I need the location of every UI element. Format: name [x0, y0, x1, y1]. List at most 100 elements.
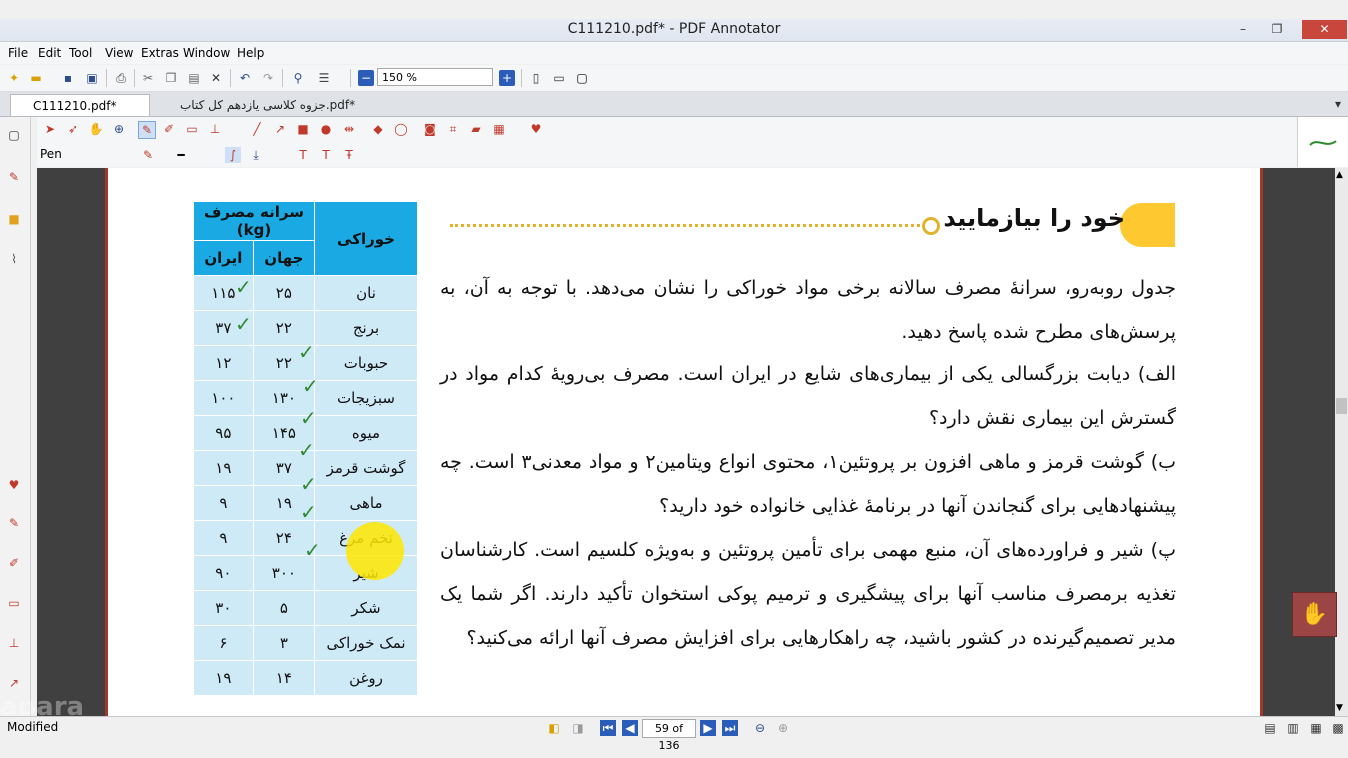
- cell-iran: ۱۰۰: [193, 380, 254, 416]
- properties-icon[interactable]: ☰: [316, 70, 332, 86]
- eraser-tool-icon[interactable]: ◆: [370, 121, 386, 137]
- menu-extras[interactable]: Extras: [141, 46, 179, 60]
- redo-icon[interactable]: ↷: [260, 70, 276, 86]
- strikeout-text-icon[interactable]: Ŧ: [341, 147, 357, 163]
- smooth-line-icon[interactable]: ∫: [225, 147, 241, 163]
- arrow-tool-icon[interactable]: ↗: [272, 121, 288, 137]
- back-icon[interactable]: ⊖: [752, 720, 768, 736]
- zoom-in-icon[interactable]: +: [499, 70, 515, 86]
- line-tool-icon[interactable]: ╱: [249, 121, 265, 137]
- rectangle-tool-icon[interactable]: ■: [295, 121, 311, 137]
- highlighter-icon[interactable]: ✐: [6, 555, 22, 571]
- folder-icon[interactable]: ■: [6, 211, 22, 227]
- line-width-icon[interactable]: ━: [173, 147, 189, 163]
- facing-continuous-view-icon[interactable]: ▩: [1330, 720, 1346, 736]
- favorites-tool-icon[interactable]: ♥: [528, 121, 544, 137]
- attachment-icon[interactable]: ⌇: [6, 251, 22, 267]
- zoom-select[interactable]: 150 %: [377, 68, 493, 86]
- minimize-button[interactable]: –: [1228, 20, 1258, 39]
- textbox-icon[interactable]: ▭: [6, 595, 22, 611]
- paragraph-a: الف) دیابت بزرگسالی یکی از بیماری‌های شا…: [440, 363, 1176, 429]
- menu-file[interactable]: File: [8, 46, 28, 60]
- copy-icon[interactable]: ❐: [163, 70, 179, 86]
- menu-window[interactable]: Window: [183, 46, 230, 60]
- pen-tool-icon[interactable]: ✎: [138, 121, 156, 139]
- cut-icon[interactable]: ✂: [140, 70, 156, 86]
- table-row: نمک خوراکی ۳ ۶: [193, 625, 418, 661]
- tabs-dropdown-icon[interactable]: ▾: [1330, 96, 1346, 112]
- scroll-up-icon[interactable]: ▲: [1336, 170, 1343, 180]
- ellipse-tool-icon[interactable]: ●: [318, 121, 334, 137]
- ruler-tool-icon[interactable]: ▰: [468, 121, 484, 137]
- check-mark-icon: ✓: [298, 340, 315, 364]
- new-icon[interactable]: ✦: [6, 70, 22, 86]
- save-icon[interactable]: ▪: [60, 70, 76, 86]
- maximize-button[interactable]: ❐: [1262, 20, 1292, 39]
- stamp-icon[interactable]: ⊥: [6, 635, 22, 651]
- find-icon[interactable]: ⚲: [290, 70, 306, 86]
- arrow-icon[interactable]: ↗: [6, 675, 22, 691]
- undo-icon[interactable]: ↶: [237, 70, 253, 86]
- paste-icon[interactable]: ▤: [186, 70, 202, 86]
- next-page-icon[interactable]: ▶: [700, 720, 716, 736]
- forward-icon[interactable]: ⊕: [775, 720, 791, 736]
- cell-food: سبزیجات: [314, 380, 418, 416]
- page-icon[interactable]: ▢: [6, 127, 22, 143]
- main-toolbar: ✦ ▬ ▪ ▣ ⎙ ✂ ❐ ▤ ✕ ↶ ↷ ⚲ ☰ − 150 % + ▯ ▭ …: [0, 65, 1348, 92]
- measure-tool-icon[interactable]: ⇹: [341, 121, 357, 137]
- single-page-view-icon[interactable]: ▤: [1262, 720, 1278, 736]
- select-text-icon[interactable]: ➶: [65, 121, 81, 137]
- menu-help[interactable]: Help: [237, 46, 264, 60]
- page-number-field[interactable]: 59 of 136: [642, 719, 696, 752]
- stamp-tool-icon[interactable]: ⊥: [207, 121, 223, 137]
- textbox-tool-icon[interactable]: ▭: [184, 121, 200, 137]
- favorites-icon[interactable]: ♥: [6, 477, 22, 493]
- highlighter-tool-icon[interactable]: ✐: [161, 121, 177, 137]
- check-mark-icon: ✓: [235, 312, 252, 336]
- heading-dotted-line: [450, 224, 920, 227]
- menu-tool[interactable]: Tool: [69, 46, 92, 60]
- next-document-icon[interactable]: ◨: [570, 720, 586, 736]
- delete-icon[interactable]: ✕: [208, 70, 224, 86]
- close-button[interactable]: ✕: [1302, 20, 1347, 39]
- text-tool-icon[interactable]: T: [295, 147, 311, 163]
- cell-food: گوشت قرمز: [314, 450, 418, 486]
- first-page-icon[interactable]: ⏮: [600, 720, 616, 736]
- open-icon[interactable]: ▬: [28, 70, 44, 86]
- full-screen-icon[interactable]: ▢: [574, 70, 590, 86]
- cell-world: ۵: [252, 590, 316, 626]
- status-bar: Modified ◧ ◨ ⏮ ◀ 59 of 136 ▶ ⏭ ⊖ ⊕ ▤ ▥ ▦…: [0, 716, 1348, 752]
- pen-icon[interactable]: ✎: [6, 515, 22, 531]
- fit-width-icon[interactable]: ▭: [551, 70, 567, 86]
- last-page-icon[interactable]: ⏭: [722, 720, 738, 736]
- save-as-icon[interactable]: ▣: [84, 70, 100, 86]
- continuous-view-icon[interactable]: ▥: [1285, 720, 1301, 736]
- menu-edit[interactable]: Edit: [38, 46, 61, 60]
- camera-tool-icon[interactable]: ◙: [422, 121, 438, 137]
- facing-view-icon[interactable]: ▦: [1308, 720, 1324, 736]
- pen-color-icon[interactable]: ✎: [140, 147, 156, 163]
- underline-text-icon[interactable]: T: [318, 147, 334, 163]
- prev-document-icon[interactable]: ◧: [546, 720, 562, 736]
- check-mark-icon: ✓: [235, 275, 252, 299]
- tab-jozveh[interactable]: جزوه کلاسی یازدهم کل کتاب.pdf*: [160, 94, 370, 116]
- select-icon[interactable]: ➤: [42, 121, 58, 137]
- crop-tool-icon[interactable]: ⌗: [445, 121, 461, 137]
- hand-tool-icon[interactable]: ✋: [88, 121, 104, 137]
- marker-icon[interactable]: ✎: [6, 169, 22, 185]
- tab-c111210[interactable]: C111210.pdf*: [10, 94, 150, 116]
- check-mark-icon: ✓: [304, 538, 321, 562]
- insert-image-icon[interactable]: ▦: [491, 121, 507, 137]
- menu-view[interactable]: View: [105, 46, 133, 60]
- prev-page-icon[interactable]: ◀: [622, 720, 638, 736]
- scroll-thumb[interactable]: [1336, 398, 1347, 414]
- zoom-tool-icon[interactable]: ⊕: [111, 121, 127, 137]
- snap-icon[interactable]: ⤓: [248, 147, 264, 163]
- print-icon[interactable]: ⎙: [113, 70, 129, 86]
- scroll-down-icon[interactable]: ▼: [1336, 703, 1343, 713]
- fit-page-icon[interactable]: ▯: [528, 70, 544, 86]
- hand-grab-icon[interactable]: ✋: [1292, 592, 1337, 637]
- cell-iran: ۹۵: [193, 415, 254, 451]
- zoom-out-icon[interactable]: −: [358, 70, 374, 86]
- lasso-tool-icon[interactable]: ◯: [393, 121, 409, 137]
